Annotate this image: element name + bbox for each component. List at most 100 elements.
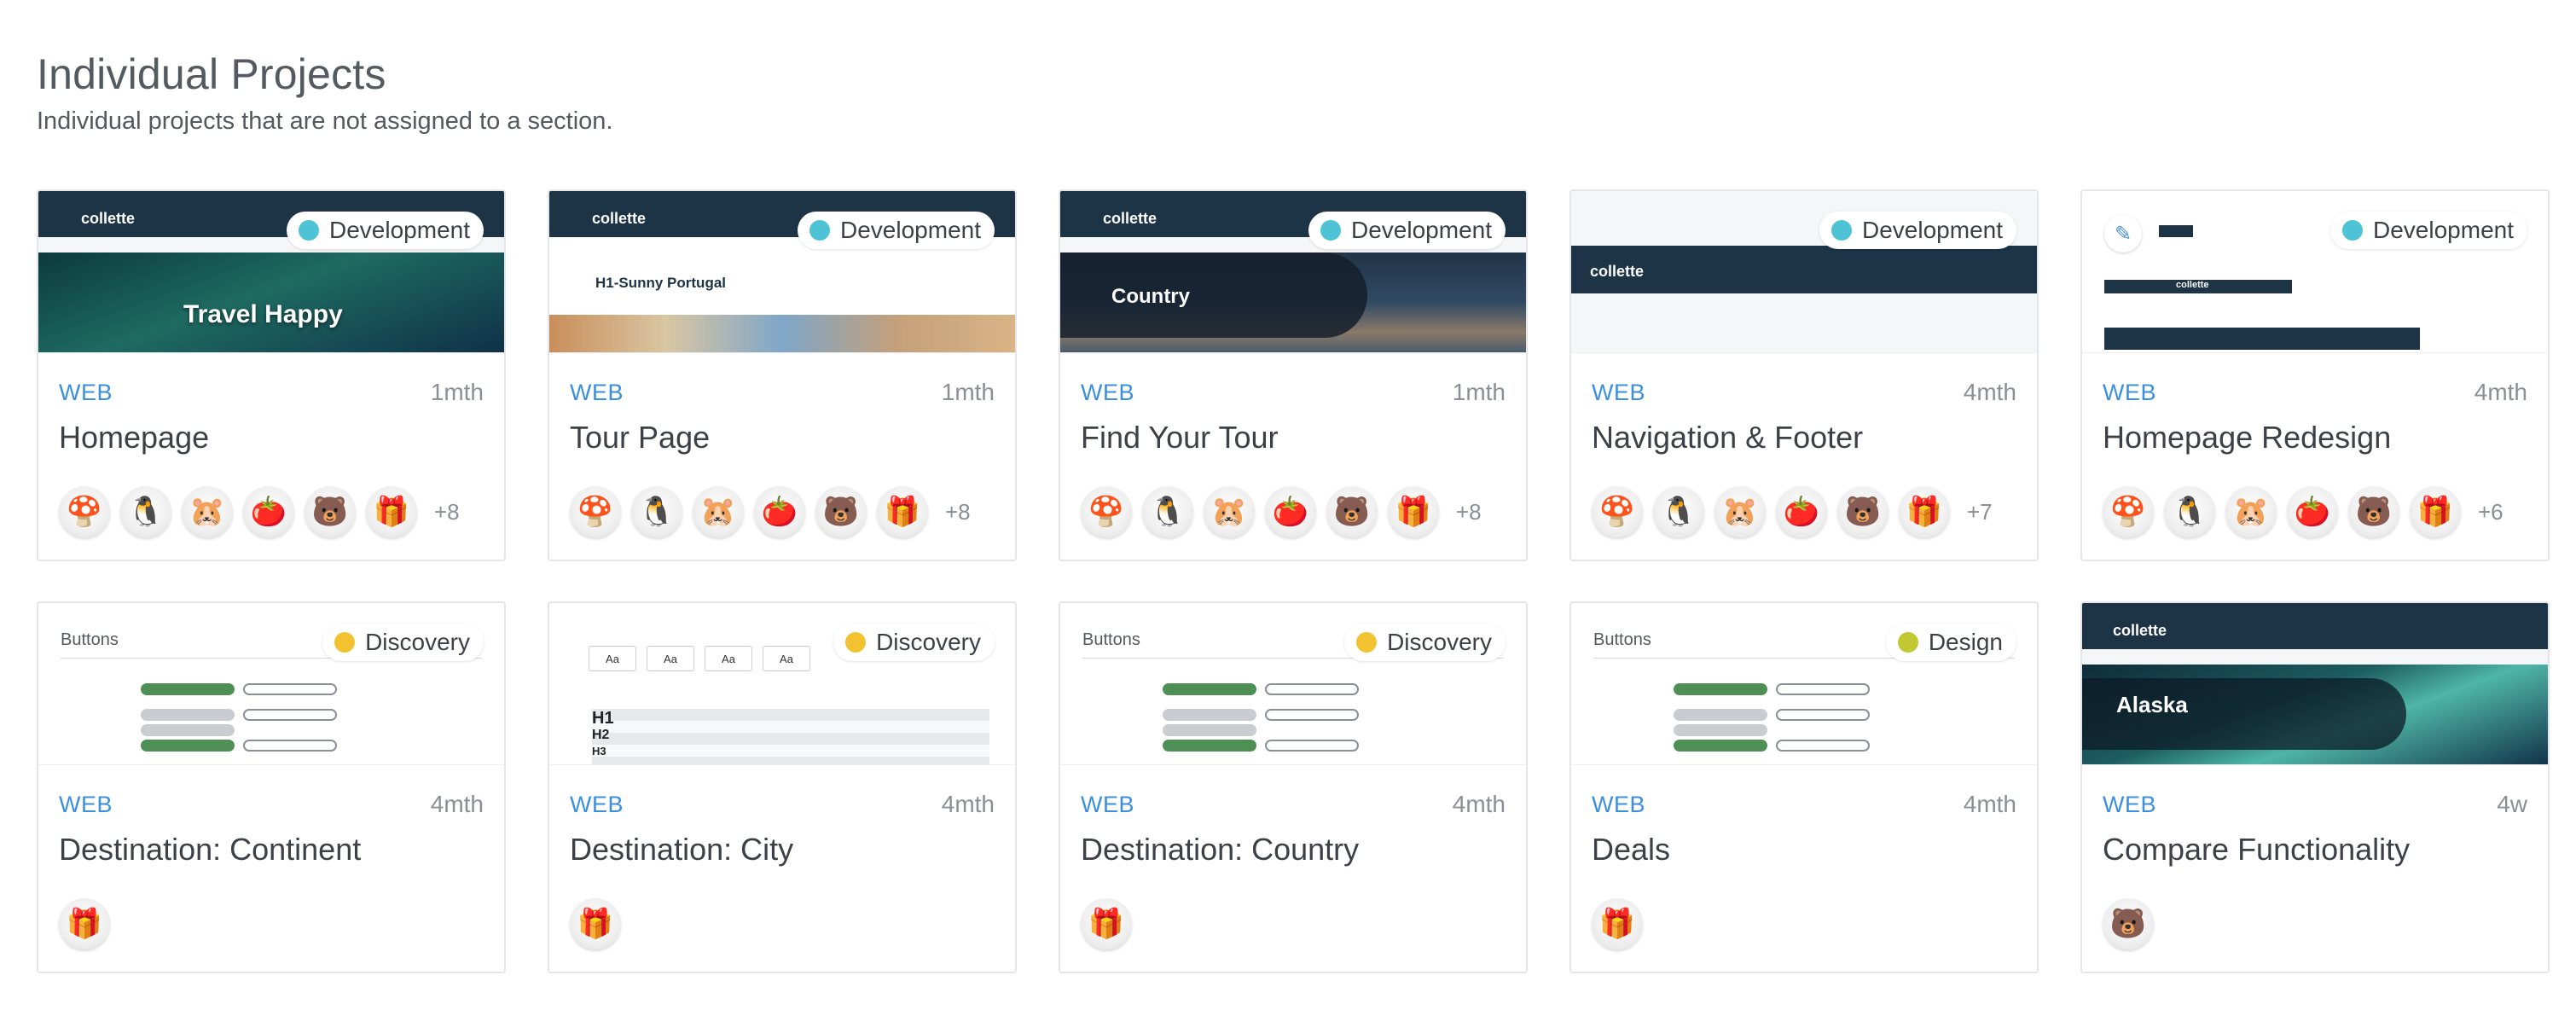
avatar-bear[interactable]: 🐻 xyxy=(305,486,356,537)
collaborator-avatars: 🎁 xyxy=(1592,898,1653,949)
avatar-gift[interactable]: 🎁 xyxy=(877,486,928,537)
avatar-bear[interactable]: 🐻 xyxy=(2103,898,2154,949)
status-label: Development xyxy=(329,217,470,243)
avatar-mushroom[interactable]: 🍄 xyxy=(1592,486,1643,537)
platform-label: WEB xyxy=(59,792,113,817)
project-card-deals[interactable]: Buttons Design WEB 4mth Deals 🎁 xyxy=(1569,601,2039,973)
status-label: Discovery xyxy=(876,629,981,655)
type-sample: Aa xyxy=(763,646,810,671)
project-age: 1mth xyxy=(1452,379,1506,405)
project-card-tour-page[interactable]: collette H1-Sunny Portugal Development W… xyxy=(548,189,1017,561)
avatar-hamster[interactable]: 🐹 xyxy=(693,486,744,537)
section-subtitle: Individual projects that are not assigne… xyxy=(37,107,613,135)
status-dot xyxy=(299,220,320,241)
avatar-gift[interactable]: 🎁 xyxy=(1899,486,1950,537)
avatar-bear[interactable]: 🐻 xyxy=(2348,486,2399,537)
status-dot xyxy=(2342,220,2364,241)
avatar-gift[interactable]: 🎁 xyxy=(59,898,110,949)
project-card-destination-city[interactable]: Aa Aa Aa Aa H1 H2 H3 Discovery WEB 4mth … xyxy=(548,601,1017,973)
avatar-tomato[interactable]: 🍅 xyxy=(2287,486,2338,537)
status-dot xyxy=(809,220,831,241)
project-title[interactable]: Homepage Redesign xyxy=(2103,420,2391,456)
avatar-gift[interactable]: 🎁 xyxy=(2410,486,2461,537)
project-card-navigation-footer[interactable]: collette Development WEB 4mth Navigation… xyxy=(1569,189,2039,561)
status-badge: Discovery xyxy=(833,624,995,661)
status-label: Development xyxy=(2373,217,2514,243)
status-dot xyxy=(1831,220,1853,241)
project-age: 1mth xyxy=(941,379,995,405)
project-title[interactable]: Homepage xyxy=(59,420,209,456)
thumbnail-hero-text: Country xyxy=(1111,285,1190,308)
platform-label: WEB xyxy=(1081,380,1135,405)
project-age: 1mth xyxy=(430,379,484,405)
project-title[interactable]: Tour Page xyxy=(570,420,710,456)
project-card-destination-continent[interactable]: Buttons Discovery WEB 4mth Destination: … xyxy=(37,601,506,973)
avatar-gift[interactable]: 🎁 xyxy=(570,898,621,949)
type-sample: Aa xyxy=(647,646,694,671)
avatar-mushroom[interactable]: 🍄 xyxy=(1081,486,1132,537)
collaborator-avatars: 🎁 xyxy=(1081,898,1142,949)
avatar-gift[interactable]: 🎁 xyxy=(1388,486,1439,537)
project-card-homepage[interactable]: collette Travel Happy Development WEB 1m… xyxy=(37,189,506,561)
collaborator-avatars: 🍄 🐧 🐹 🍅 🐻 🎁 +7 xyxy=(1592,486,1993,537)
status-badge: Discovery xyxy=(1344,624,1506,661)
avatar-bear[interactable]: 🐻 xyxy=(1326,486,1378,537)
more-collaborators-count[interactable]: +8 xyxy=(945,499,971,525)
avatar-mushroom[interactable]: 🍄 xyxy=(2103,486,2154,537)
avatar-gift[interactable]: 🎁 xyxy=(1592,898,1643,949)
type-sample: Aa xyxy=(705,646,752,671)
collaborator-avatars: 🎁 xyxy=(570,898,631,949)
avatar-gift[interactable]: 🎁 xyxy=(1081,898,1132,949)
project-title[interactable]: Destination: City xyxy=(570,832,793,868)
status-dot xyxy=(334,632,356,653)
platform-label: WEB xyxy=(570,380,624,405)
avatar-hamster[interactable]: 🐹 xyxy=(182,486,233,537)
status-dot xyxy=(845,632,867,653)
more-collaborators-count[interactable]: +8 xyxy=(1456,499,1482,525)
collette-logo: collette xyxy=(81,210,136,227)
project-card-homepage-redesign[interactable]: collette ✎ Development WEB 4mth Homepage… xyxy=(2080,189,2550,561)
avatar-penguin[interactable]: 🐧 xyxy=(1653,486,1704,537)
avatar-hamster[interactable]: 🐹 xyxy=(2225,486,2277,537)
project-title[interactable]: Destination: Continent xyxy=(59,832,361,868)
platform-label: WEB xyxy=(1081,792,1135,817)
avatar-penguin[interactable]: 🐧 xyxy=(1142,486,1193,537)
more-collaborators-count[interactable]: +6 xyxy=(2478,499,2503,525)
avatar-hamster[interactable]: 🐹 xyxy=(1204,486,1255,537)
more-collaborators-count[interactable]: +8 xyxy=(434,499,460,525)
avatar-tomato[interactable]: 🍅 xyxy=(1776,486,1827,537)
avatar-tomato[interactable]: 🍅 xyxy=(754,486,805,537)
avatar-bear[interactable]: 🐻 xyxy=(815,486,867,537)
project-card-compare-functionality[interactable]: collette Alaska WEB 4w Compare Functiona… xyxy=(2080,601,2550,973)
heading-sample: H3 xyxy=(592,745,606,758)
status-label: Design xyxy=(1928,629,2003,655)
more-collaborators-count[interactable]: +7 xyxy=(1967,499,1993,525)
avatar-penguin[interactable]: 🐧 xyxy=(631,486,682,537)
status-label: Discovery xyxy=(1387,629,1492,655)
thumbnail-hero-text: Alaska xyxy=(2116,692,2188,717)
avatar-mushroom[interactable]: 🍄 xyxy=(59,486,110,537)
avatar-penguin[interactable]: 🐧 xyxy=(120,486,171,537)
project-age: 4mth xyxy=(2474,379,2527,405)
avatar-mushroom[interactable]: 🍄 xyxy=(570,486,621,537)
status-dot xyxy=(1897,632,1918,653)
project-title[interactable]: Compare Functionality xyxy=(2103,832,2410,868)
pin-icon[interactable]: ✎ xyxy=(2104,215,2142,252)
avatar-tomato[interactable]: 🍅 xyxy=(243,486,294,537)
avatar-gift[interactable]: 🎁 xyxy=(366,486,417,537)
collette-logo: collette xyxy=(1103,210,1157,227)
project-card-find-your-tour[interactable]: collette Country Development WEB 1mth Fi… xyxy=(1059,189,1528,561)
project-title[interactable]: Navigation & Footer xyxy=(1592,420,1863,456)
project-card-destination-country[interactable]: Buttons Discovery WEB 4mth Destination: … xyxy=(1059,601,1528,973)
project-title[interactable]: Deals xyxy=(1592,832,1670,868)
project-title[interactable]: Destination: Country xyxy=(1081,832,1359,868)
avatar-hamster[interactable]: 🐹 xyxy=(1714,486,1766,537)
project-age: 4mth xyxy=(1963,379,2016,405)
avatar-tomato[interactable]: 🍅 xyxy=(1265,486,1316,537)
avatar-penguin[interactable]: 🐧 xyxy=(2164,486,2215,537)
project-age: 4w xyxy=(2497,791,2527,817)
project-age: 4mth xyxy=(430,791,484,817)
avatar-bear[interactable]: 🐻 xyxy=(1837,486,1888,537)
collaborator-avatars: 🎁 xyxy=(59,898,120,949)
project-title[interactable]: Find Your Tour xyxy=(1081,420,1279,456)
